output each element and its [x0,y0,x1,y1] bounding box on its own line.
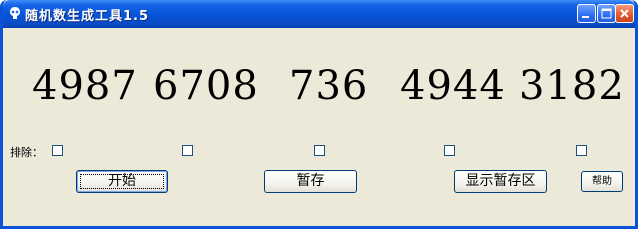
maximize-button[interactable] [597,4,616,23]
random-number-2: 6708 [153,63,259,109]
start-button[interactable]: 开始 [76,170,168,193]
random-number-5: 3182 [519,63,625,109]
show-store-button-label: 显示暂存区 [465,173,536,189]
store-button-label: 暂存 [296,173,325,189]
app-window: 随机数生成工具1.5 4987 6708 736 4944 3182 排除： 开… [0,0,638,229]
app-icon [10,7,20,19]
random-number-4: 4944 [400,63,506,109]
minimize-icon [582,16,589,18]
store-button[interactable]: 暂存 [264,170,357,193]
close-button[interactable] [615,4,634,23]
exclude-checkbox-1[interactable] [52,145,63,156]
help-button-label: 帮助 [592,176,612,187]
exclude-checkbox-5[interactable] [576,145,587,156]
title-bar[interactable]: 随机数生成工具1.5 [3,0,635,28]
random-number-3: 736 [289,63,369,109]
exclude-checkbox-4[interactable] [444,145,455,156]
maximize-icon [601,8,612,19]
show-store-button[interactable]: 显示暂存区 [454,170,547,193]
window-title: 随机数生成工具1.5 [25,9,150,24]
minimize-button[interactable] [577,4,596,23]
exclude-label: 排除： [10,146,43,159]
random-number-1: 4987 [32,63,138,109]
help-button[interactable]: 帮助 [581,171,623,192]
exclude-checkbox-3[interactable] [314,145,325,156]
start-button-label: 开始 [108,173,136,189]
close-icon [620,9,629,18]
exclude-checkbox-2[interactable] [182,145,193,156]
